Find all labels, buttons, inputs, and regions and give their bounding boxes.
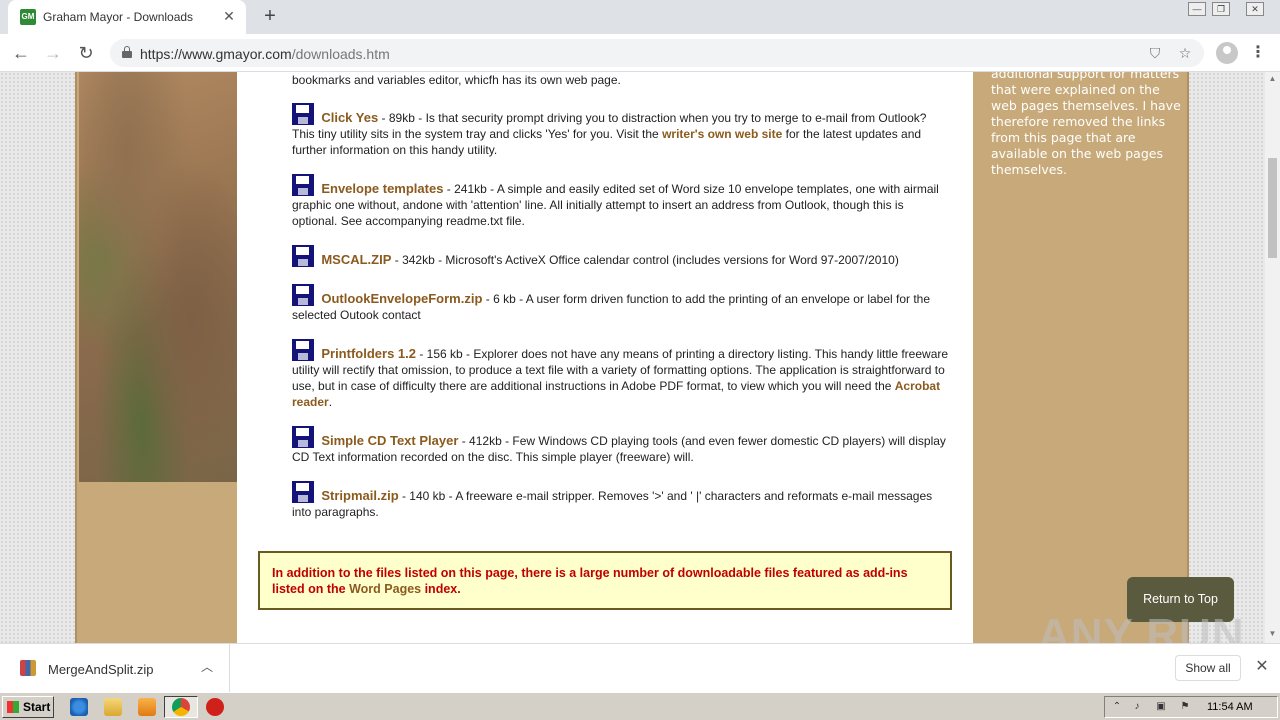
download-shelf: MergeAndSplit.zip ︿ Show all ✕	[0, 643, 1280, 692]
tab-close-icon[interactable]: ✕	[220, 7, 238, 25]
landscape-photo	[79, 72, 239, 482]
scroll-down-icon[interactable]: ▼	[1268, 629, 1277, 639]
floppy-disk-icon	[292, 174, 314, 196]
antivirus-icon[interactable]	[206, 698, 224, 716]
kebab-menu-icon[interactable]: ⋮	[1250, 42, 1266, 64]
chevron-up-icon[interactable]: ︿	[198, 658, 216, 676]
download-entry: Click Yes - 89kb - Is that security prom…	[292, 103, 952, 158]
browser-toolbar: ← → ↻ https://www.gmayor.com/downloads.h…	[0, 34, 1280, 72]
page-viewport: bookmarks and variables editor, whicfh h…	[0, 72, 1265, 643]
download-link[interactable]: MSCAL.ZIP	[321, 252, 391, 267]
archive-file-icon	[20, 660, 36, 676]
download-entry: Stripmail.zip - 140 kb - A freeware e-ma…	[292, 481, 952, 520]
window-close-button[interactable]: ✕	[1240, 0, 1270, 20]
download-link[interactable]: Click Yes	[321, 110, 378, 125]
taskbar-clock[interactable]: 11:54 AM	[1207, 701, 1253, 713]
sidebar-text: additional support for matters that were…	[991, 72, 1181, 177]
floppy-disk-icon	[292, 284, 314, 306]
download-entry: Envelope templates - 241kb - A simple an…	[292, 174, 952, 229]
back-arrow-icon[interactable]: ←	[8, 40, 34, 66]
download-file-name: MergeAndSplit.zip	[48, 662, 154, 677]
folder-icon[interactable]	[104, 698, 122, 716]
shelf-close-icon[interactable]: ✕	[1253, 658, 1271, 676]
left-column	[75, 72, 239, 643]
main-content: bookmarks and variables editor, whicfh h…	[237, 72, 973, 643]
forward-arrow-icon[interactable]: →	[40, 40, 66, 66]
right-sidebar: additional support for matters that were…	[973, 72, 1189, 643]
action-center-flag-icon[interactable]: ⚑	[1179, 701, 1191, 713]
address-bar[interactable]: https://www.gmayor.com/downloads.htm ⛉ ☆	[110, 39, 1204, 67]
media-player-icon[interactable]	[138, 698, 156, 716]
chrome-icon	[172, 698, 190, 716]
internet-explorer-icon[interactable]	[70, 698, 88, 716]
bookmark-star-icon[interactable]: ☆	[1176, 44, 1194, 62]
start-button[interactable]: Start	[2, 696, 54, 718]
word-pages-link[interactable]: Word Pages	[349, 582, 421, 596]
system-tray: ⌃ ♪ ▣ ⚑ 11:54 AM	[1104, 696, 1278, 718]
download-item[interactable]: MergeAndSplit.zip ︿	[0, 644, 230, 692]
taskbar-chrome-button[interactable]	[164, 696, 198, 718]
url-text[interactable]: https://www.gmayor.com/downloads.htm	[140, 46, 390, 62]
floppy-disk-icon	[292, 103, 314, 125]
notice-text-tail: index.	[421, 582, 461, 596]
restore-button[interactable]: ❐	[1206, 0, 1236, 20]
download-link[interactable]: Envelope templates	[321, 181, 443, 196]
network-icon[interactable]: ▣	[1155, 701, 1167, 713]
anyrun-watermark: ANY RUN	[1038, 610, 1245, 643]
profile-avatar-icon[interactable]	[1216, 42, 1238, 64]
lock-icon[interactable]	[122, 46, 132, 58]
download-entry: Printfolders 1.2 - 156 kb - Explorer doe…	[292, 339, 952, 410]
floppy-disk-icon	[292, 481, 314, 503]
reload-icon[interactable]: ↻	[73, 40, 99, 66]
writers-site-link[interactable]: writer's own web site	[662, 127, 782, 141]
entry-description: - 342kb - Microsoft's ActiveX Office cal…	[391, 253, 899, 267]
tab-title: Graham Mayor - Downloads	[43, 10, 194, 24]
scroll-thumb[interactable]	[1268, 158, 1277, 258]
site-favicon: GM	[20, 9, 36, 25]
tray-expand-icon[interactable]: ⌃	[1111, 701, 1123, 713]
intro-line: bookmarks and variables editor, whicfh h…	[292, 73, 621, 87]
entry-description-tail: .	[328, 395, 333, 409]
windows-taskbar: Start ⌃ ♪ ▣ ⚑ 11:54 AM	[0, 692, 1280, 720]
download-entry: OutlookEnvelopeForm.zip - 6 kb - A user …	[292, 284, 952, 323]
addins-notice-box: In addition to the files listed on this …	[258, 551, 952, 610]
new-tab-icon[interactable]: +	[259, 5, 281, 27]
download-link[interactable]: Stripmail.zip	[321, 488, 398, 503]
page-scrollbar[interactable]: ▲ ▼	[1265, 72, 1280, 643]
download-link[interactable]: Simple CD Text Player	[321, 433, 458, 448]
download-link[interactable]: Printfolders 1.2	[321, 346, 416, 361]
download-entry: Simple CD Text Player - 412kb - Few Wind…	[292, 426, 952, 465]
shield-icon[interactable]: ⛉	[1146, 44, 1164, 62]
scroll-up-icon[interactable]: ▲	[1268, 74, 1277, 84]
tab-strip: GM Graham Mayor - Downloads ✕ + — ❐ ✕	[0, 0, 1280, 34]
floppy-disk-icon	[292, 426, 314, 448]
floppy-disk-icon	[292, 339, 314, 361]
download-entry: MSCAL.ZIP - 342kb - Microsoft's ActiveX …	[292, 245, 952, 268]
url-path: /downloads.htm	[291, 46, 390, 62]
volume-icon[interactable]: ♪	[1131, 701, 1143, 713]
browser-tab[interactable]: GM Graham Mayor - Downloads ✕	[8, 0, 246, 34]
download-link[interactable]: OutlookEnvelopeForm.zip	[321, 291, 482, 306]
url-host: https://www.gmayor.com	[140, 46, 292, 62]
show-all-button[interactable]: Show all	[1175, 655, 1241, 681]
floppy-disk-icon	[292, 245, 314, 267]
